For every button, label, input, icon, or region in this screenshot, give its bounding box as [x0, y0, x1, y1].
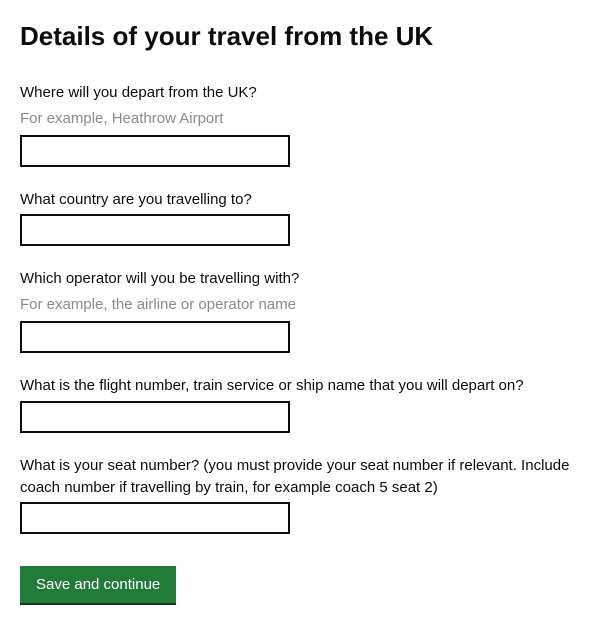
destination-country-input[interactable] [20, 214, 290, 246]
operator-hint: For example, the airline or operator nam… [20, 294, 580, 315]
destination-country-label: What country are you travelling to? [20, 189, 580, 211]
travel-details-form: Where will you depart from the UK? For e… [20, 82, 580, 604]
field-depart-from: Where will you depart from the UK? For e… [20, 82, 580, 167]
flight-number-label: What is the flight number, train service… [20, 375, 580, 397]
field-operator: Which operator will you be travelling wi… [20, 268, 580, 353]
field-seat-number: What is your seat number? (you must prov… [20, 455, 580, 535]
page-title: Details of your travel from the UK [20, 20, 580, 54]
seat-number-input[interactable] [20, 502, 290, 534]
operator-input[interactable] [20, 321, 290, 353]
field-destination-country: What country are you travelling to? [20, 189, 580, 247]
depart-from-input[interactable] [20, 135, 290, 167]
depart-from-hint: For example, Heathrow Airport [20, 108, 580, 129]
flight-number-input[interactable] [20, 401, 290, 433]
seat-number-label: What is your seat number? (you must prov… [20, 455, 580, 499]
operator-label: Which operator will you be travelling wi… [20, 268, 580, 290]
depart-from-label: Where will you depart from the UK? [20, 82, 580, 104]
field-flight-number: What is the flight number, train service… [20, 375, 580, 433]
